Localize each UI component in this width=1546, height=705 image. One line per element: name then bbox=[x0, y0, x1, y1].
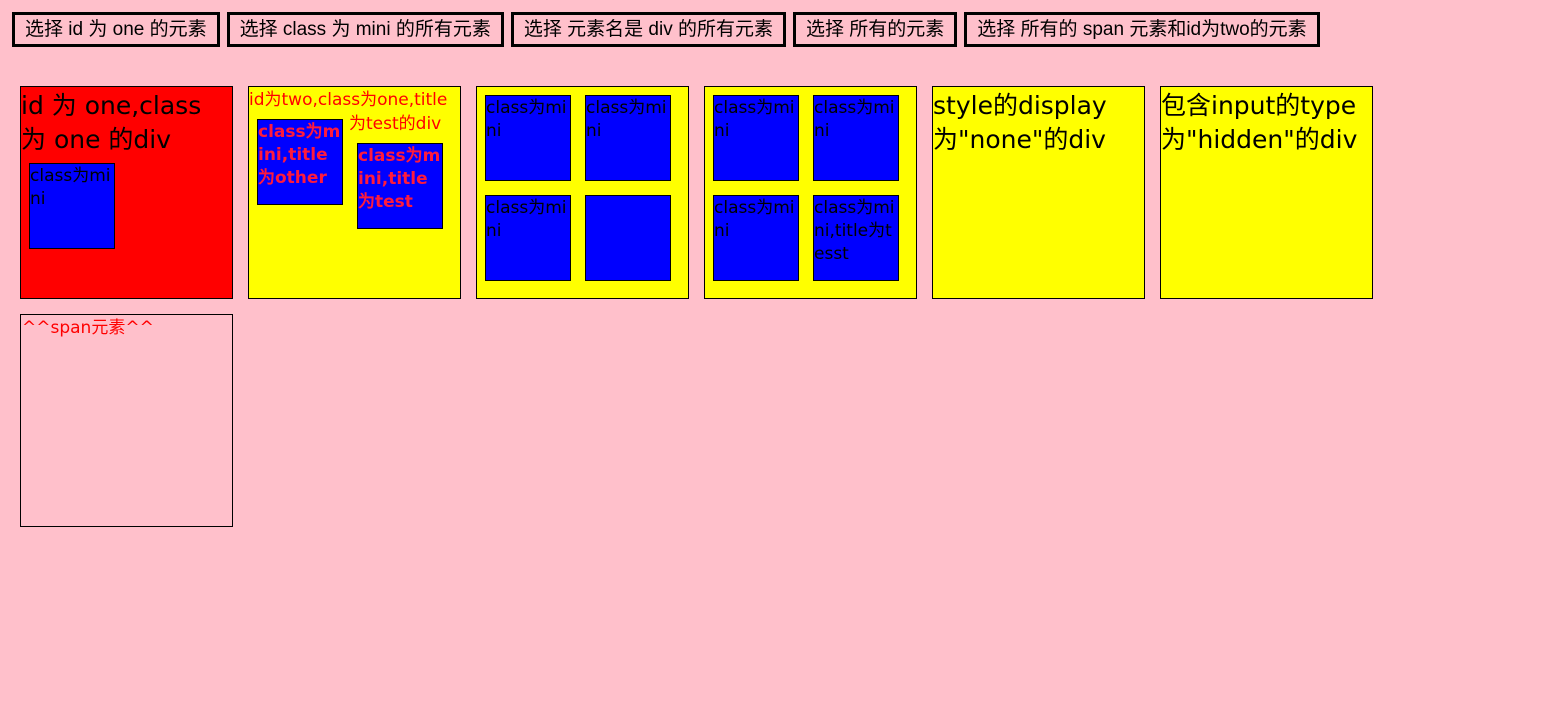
div-box-four: class为mini class为mini class为mini class为m… bbox=[704, 86, 917, 299]
div-two-label-line2: 为test的div bbox=[349, 114, 442, 134]
select-id-one-button[interactable]: 选择 id 为 one 的元素 bbox=[12, 12, 220, 47]
span-box: ^^span元素^^ bbox=[20, 314, 233, 527]
button-toolbar: 选择 id 为 one 的元素 选择 class 为 mini 的所有元素 选择… bbox=[12, 12, 1327, 47]
mini-div: class为mini bbox=[585, 95, 671, 181]
div-input-hidden: 包含input的type为"hidden"的div bbox=[1160, 86, 1373, 299]
mini-div: class为mini bbox=[485, 95, 571, 181]
div-two-label-line1: id为two,class为one,title bbox=[249, 90, 448, 110]
mini-div: class为mini bbox=[713, 95, 799, 181]
select-all-elements-button[interactable]: 选择 所有的元素 bbox=[793, 12, 958, 47]
div-box-three: class为mini class为mini class为mini bbox=[476, 86, 689, 299]
div-one-label: id 为 one,class 为 one 的div bbox=[21, 91, 202, 154]
mini-div-title-test: class为mini,title为test bbox=[357, 143, 443, 229]
mini-div: class为mini bbox=[485, 195, 571, 281]
mini-div: class为mini bbox=[29, 163, 115, 249]
select-span-and-two-button[interactable]: 选择 所有的 span 元素和id为two的元素 bbox=[964, 12, 1320, 47]
div-display-none: style的display为"none"的div bbox=[932, 86, 1145, 299]
select-div-elements-button[interactable]: 选择 元素名是 div 的所有元素 bbox=[510, 12, 786, 47]
mini-div-title-tesst: class为mini,title为tesst bbox=[813, 195, 899, 281]
div-id-two: id为two,class为one,title 为test的div class为m… bbox=[248, 86, 461, 299]
span-element-label: ^^span元素^^ bbox=[22, 318, 154, 338]
mini-div: class为mini bbox=[713, 195, 799, 281]
mini-div: class为mini bbox=[813, 95, 899, 181]
mini-div-title-other: class为mini,title为other bbox=[257, 119, 343, 205]
select-class-mini-button[interactable]: 选择 class 为 mini 的所有元素 bbox=[226, 12, 504, 47]
div-input-hidden-label: 包含input的type为"hidden"的div bbox=[1161, 91, 1358, 154]
div-display-none-label: style的display为"none"的div bbox=[933, 91, 1107, 154]
div-id-one: id 为 one,class 为 one 的div class为mini bbox=[20, 86, 233, 299]
mini-div-empty bbox=[585, 195, 671, 281]
